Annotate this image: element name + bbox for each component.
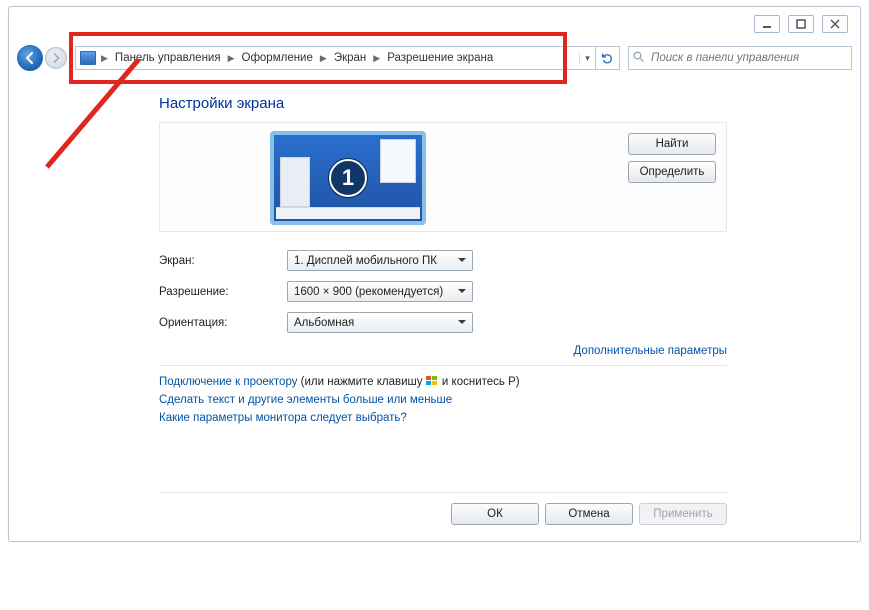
chevron-right-icon: ▶ xyxy=(370,53,383,64)
control-panel-icon xyxy=(80,51,96,65)
close-button[interactable] xyxy=(822,15,848,33)
resolution-dropdown[interactable]: 1600 × 900 (рекомендуется) xyxy=(287,281,473,302)
search-input[interactable] xyxy=(649,51,847,65)
navigation-bar: ▶ Панель управления ▶ Оформление ▶ Экран… xyxy=(17,41,852,75)
monitor-thumb[interactable]: 1 xyxy=(270,131,426,225)
resolution-label: Разрешение: xyxy=(159,286,287,298)
address-dropdown[interactable]: ▾ xyxy=(579,53,595,64)
breadcrumb-item[interactable]: Панель управления xyxy=(113,52,223,64)
footer-buttons: ОК Отмена Применить xyxy=(159,492,727,525)
chevron-right-icon: ▶ xyxy=(98,53,111,64)
apply-button[interactable]: Применить xyxy=(639,503,727,525)
advanced-settings-link[interactable]: Дополнительные параметры xyxy=(574,345,728,357)
refresh-button[interactable] xyxy=(596,46,620,70)
address-bar[interactable]: ▶ Панель управления ▶ Оформление ▶ Экран… xyxy=(75,46,596,70)
chevron-right-icon: ▶ xyxy=(317,53,330,64)
monitor-help-link[interactable]: Какие параметры монитора следует выбрать… xyxy=(159,412,407,424)
breadcrumb-item[interactable]: Оформление xyxy=(240,52,315,64)
minimize-button[interactable] xyxy=(754,15,780,33)
display-preview: 1 Найти Определить xyxy=(159,122,727,232)
ok-button[interactable]: ОК xyxy=(451,503,539,525)
screen-dropdown[interactable]: 1. Дисплей мобильного ПК xyxy=(287,250,473,271)
text-size-link[interactable]: Сделать текст и другие элементы больше и… xyxy=(159,394,452,406)
back-button[interactable] xyxy=(17,45,43,71)
window-controls xyxy=(754,15,848,33)
page-title: Настройки экрана xyxy=(159,95,834,112)
divider xyxy=(159,365,727,366)
orientation-label: Ориентация: xyxy=(159,317,287,329)
projector-line: Подключение к проектору (или нажмите кла… xyxy=(159,376,834,388)
orientation-dropdown[interactable]: Альбомная xyxy=(287,312,473,333)
monitor-number: 1 xyxy=(329,159,367,197)
identify-button[interactable]: Определить xyxy=(628,161,716,183)
find-button[interactable]: Найти xyxy=(628,133,716,155)
breadcrumb-item[interactable]: Разрешение экрана xyxy=(385,52,495,64)
content-area: Настройки экрана 1 Найти Определить Экра… xyxy=(9,77,860,541)
search-icon xyxy=(633,51,645,66)
chevron-right-icon: ▶ xyxy=(225,53,238,64)
cancel-button[interactable]: Отмена xyxy=(545,503,633,525)
screen-label: Экран: xyxy=(159,255,287,267)
search-box[interactable] xyxy=(628,46,852,70)
projector-link[interactable]: Подключение к проектору xyxy=(159,376,297,388)
control-panel-window: ▶ Панель управления ▶ Оформление ▶ Экран… xyxy=(8,6,861,542)
windows-key-icon xyxy=(426,376,439,387)
breadcrumb-item[interactable]: Экран xyxy=(332,52,368,64)
display-form: Экран: 1. Дисплей мобильного ПК Разрешен… xyxy=(159,250,727,333)
maximize-button[interactable] xyxy=(788,15,814,33)
forward-button[interactable] xyxy=(45,47,67,69)
